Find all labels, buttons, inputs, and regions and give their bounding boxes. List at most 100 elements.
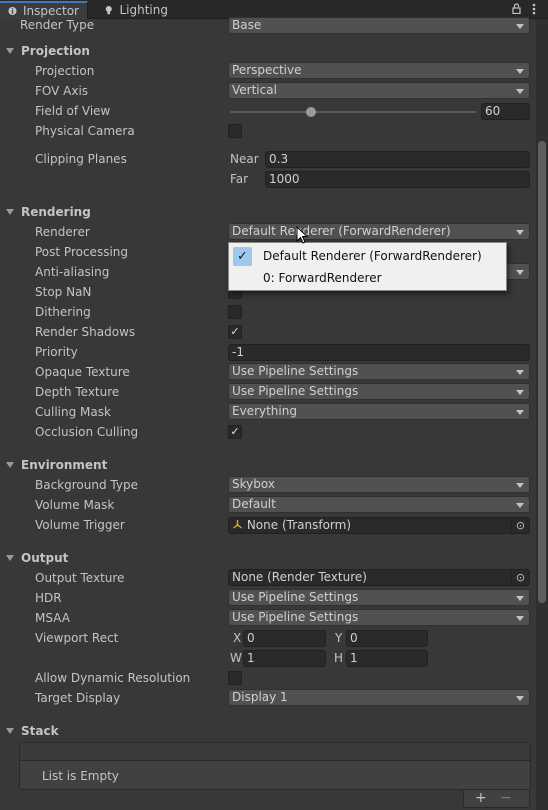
viewport-w-input[interactable]: 1 xyxy=(243,650,326,667)
allow-dynamic-resolution-checkbox[interactable] xyxy=(228,671,242,685)
section-output[interactable]: Output xyxy=(0,549,536,569)
physical-camera-row: Physical Camera xyxy=(0,122,536,142)
caret-down-icon xyxy=(516,24,524,29)
section-environment[interactable]: Environment xyxy=(0,456,536,476)
viewport-y-label: Y xyxy=(335,631,343,645)
output-texture-value: None (Render Texture) xyxy=(232,570,367,584)
target-display-value: Display 1 xyxy=(232,690,288,704)
caret-down-icon xyxy=(516,69,524,74)
allow-dynamic-resolution-label: Allow Dynamic Resolution xyxy=(35,671,191,685)
scrollbar-thumb[interactable] xyxy=(538,141,546,603)
foldout-arrow-icon xyxy=(6,462,14,468)
depth-texture-label: Depth Texture xyxy=(35,385,120,399)
background-type-row: Background Type Skybox xyxy=(0,476,536,496)
object-picker-icon[interactable]: ⊙ xyxy=(511,518,529,533)
vertical-scrollbar[interactable] xyxy=(536,19,548,810)
volume-mask-dropdown[interactable]: Default xyxy=(228,496,530,513)
section-environment-title: Environment xyxy=(21,458,108,472)
culling-mask-dropdown[interactable]: Everything xyxy=(228,403,530,420)
msaa-label: MSAA xyxy=(35,611,70,625)
allow-dynamic-resolution-row: Allow Dynamic Resolution xyxy=(0,669,536,689)
section-projection-title: Projection xyxy=(21,44,90,58)
background-type-dropdown[interactable]: Skybox xyxy=(228,476,530,493)
field-of-view-value: 60 xyxy=(485,104,501,118)
stack-empty-text: List is Empty xyxy=(42,769,119,783)
section-projection[interactable]: Projection xyxy=(0,42,536,62)
background-type-value: Skybox xyxy=(232,477,275,491)
section-stack[interactable]: Stack xyxy=(0,722,536,742)
viewport-h-input[interactable]: 1 xyxy=(346,650,428,667)
render-shadows-checkbox[interactable]: ✓ xyxy=(228,325,242,339)
viewport-w-value: 1 xyxy=(247,651,255,665)
priority-value: -1 xyxy=(232,345,244,359)
fov-axis-dropdown[interactable]: Vertical xyxy=(228,82,530,99)
popup-item-default-renderer[interactable]: ✓ Default Renderer (ForwardRenderer) xyxy=(229,245,506,267)
object-picker-icon[interactable]: ⊙ xyxy=(511,570,529,585)
target-display-label: Target Display xyxy=(35,691,121,705)
add-icon[interactable]: + xyxy=(475,790,487,806)
info-icon xyxy=(8,6,17,16)
section-output-title: Output xyxy=(21,551,69,565)
hdr-label: HDR xyxy=(35,591,62,605)
culling-mask-label: Culling Mask xyxy=(35,405,111,419)
stack-list: List is Empty xyxy=(19,742,531,790)
foldout-arrow-icon xyxy=(6,555,14,561)
priority-label: Priority xyxy=(35,345,78,359)
output-texture-field[interactable]: None (Render Texture) ⊙ xyxy=(228,569,530,586)
hdr-dropdown[interactable]: Use Pipeline Settings xyxy=(228,589,530,606)
dithering-label: Dithering xyxy=(35,305,91,319)
volume-trigger-field[interactable]: None (Transform) ⊙ xyxy=(228,517,530,534)
renderer-value: Default Renderer (ForwardRenderer) xyxy=(232,224,451,238)
near-input[interactable]: 0.3 xyxy=(265,151,530,168)
fov-axis-label: FOV Axis xyxy=(35,84,89,98)
fov-axis-value: Vertical xyxy=(232,83,277,97)
depth-texture-dropdown[interactable]: Use Pipeline Settings xyxy=(228,383,530,400)
viewport-x-input[interactable]: 0 xyxy=(243,630,326,647)
physical-camera-checkbox[interactable] xyxy=(228,124,242,138)
target-display-dropdown[interactable]: Display 1 xyxy=(228,689,530,706)
remove-icon[interactable]: − xyxy=(500,790,512,806)
render-shadows-label: Render Shadows xyxy=(35,325,136,339)
far-value: 1000 xyxy=(269,172,300,186)
popup-item-forward-renderer[interactable]: 0: ForwardRenderer xyxy=(229,267,506,289)
target-display-row: Target Display Display 1 xyxy=(0,689,536,709)
projection-dropdown[interactable]: Perspective xyxy=(228,62,530,79)
caret-down-icon xyxy=(516,89,524,94)
culling-mask-value: Everything xyxy=(232,404,297,418)
lock-icon[interactable] xyxy=(512,3,521,17)
output-texture-label: Output Texture xyxy=(35,571,125,585)
caret-down-icon xyxy=(516,503,524,508)
hdr-value: Use Pipeline Settings xyxy=(232,590,359,604)
renderer-dropdown[interactable]: Default Renderer (ForwardRenderer) xyxy=(228,223,530,240)
occlusion-culling-checkbox[interactable]: ✓ xyxy=(228,425,242,439)
depth-texture-row: Depth Texture Use Pipeline Settings xyxy=(0,383,536,403)
renderer-label: Renderer xyxy=(35,225,90,239)
tab-lighting-label: Lighting xyxy=(119,3,168,17)
priority-input[interactable]: -1 xyxy=(228,344,530,361)
field-of-view-input[interactable]: 60 xyxy=(481,103,530,120)
msaa-dropdown[interactable]: Use Pipeline Settings xyxy=(228,609,530,626)
volume-trigger-label: Volume Trigger xyxy=(35,518,125,532)
viewport-x-label: X xyxy=(233,631,242,645)
post-processing-label: Post Processing xyxy=(35,245,128,259)
field-of-view-slider[interactable] xyxy=(230,111,476,113)
opaque-texture-value: Use Pipeline Settings xyxy=(232,364,359,378)
caret-down-icon xyxy=(516,270,524,275)
volume-mask-value: Default xyxy=(232,497,276,511)
opaque-texture-dropdown[interactable]: Use Pipeline Settings xyxy=(228,363,530,380)
foldout-arrow-icon xyxy=(6,48,14,54)
dithering-checkbox[interactable] xyxy=(228,305,242,319)
slider-thumb[interactable] xyxy=(306,107,317,117)
physical-camera-label: Physical Camera xyxy=(35,124,135,138)
volume-trigger-row: Volume Trigger None (Transform) ⊙ xyxy=(0,516,536,536)
section-rendering[interactable]: Rendering xyxy=(0,203,536,223)
renderer-popup-menu: ✓ Default Renderer (ForwardRenderer) 0: … xyxy=(228,242,507,291)
transform-icon xyxy=(233,520,242,529)
far-input[interactable]: 1000 xyxy=(265,171,530,188)
viewport-w-label: W xyxy=(230,651,242,665)
viewport-h-value: 1 xyxy=(350,651,358,665)
occlusion-culling-label: Occlusion Culling xyxy=(35,425,139,439)
viewport-y-input[interactable]: 0 xyxy=(346,630,428,647)
render-type-dropdown[interactable]: Base xyxy=(228,17,530,34)
popup-item-label: Default Renderer (ForwardRenderer) xyxy=(263,249,482,263)
